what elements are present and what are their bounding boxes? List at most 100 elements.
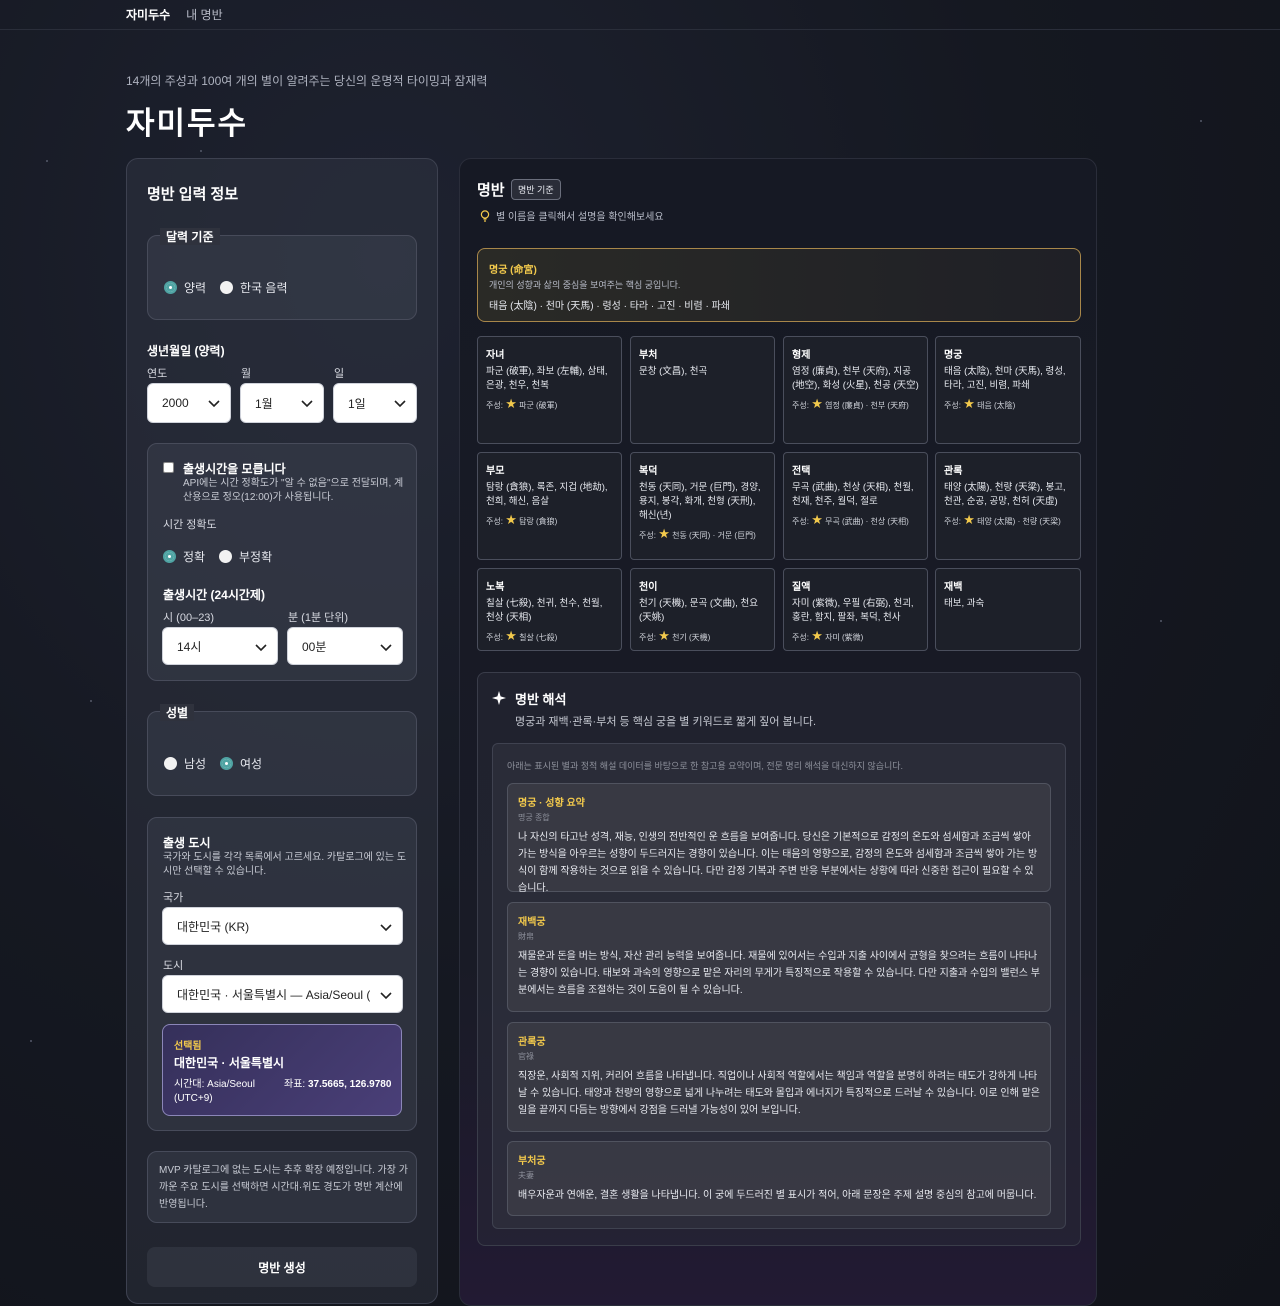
unknown-time-checkbox[interactable] — [163, 462, 174, 473]
interpretation-section: 명반 해석 명궁과 재백·관록·부처 등 핵심 궁을 별 키워드로 짧게 짚어 … — [477, 672, 1081, 1246]
interp-card-career: 관록궁 官祿 직장운, 사회적 지위, 커리어 흐름을 나타냅니다. 직업이나 사회… — [507, 1022, 1051, 1132]
palace-stars[interactable]: 문창 (文昌), 천곡 — [639, 365, 766, 379]
minute-value: 00분 — [302, 639, 327, 654]
major-star[interactable]: 파군 (破軍) — [519, 401, 557, 410]
palace-stars[interactable]: 천동 (天同), 거문 (巨門), 경양, 용지, 봉각, 화개, 천형 (天刑… — [639, 481, 766, 523]
major-label: 주성: — [944, 401, 961, 410]
palace-siblings[interactable]: 형제 염정 (廉貞), 천부 (天府), 지공 (地空), 화성 (火星), 천공… — [783, 336, 928, 444]
generate-chart-button[interactable]: 명반 생성 — [147, 1247, 417, 1287]
major-label: 주성: — [792, 517, 809, 526]
palace-stars[interactable]: 파군 (破軍), 좌보 (左輔), 삼태, 은광, 천우, 천복 — [486, 365, 613, 393]
radio-solar[interactable]: 양력 — [164, 279, 206, 296]
palace-wealth[interactable]: 재백 태보, 과숙 — [935, 568, 1081, 651]
radio-inaccurate[interactable]: 부정확 — [219, 548, 272, 565]
palace-stars[interactable]: 무곡 (武曲), 천상 (天相), 천월, 천재, 천주, 월덕, 절로 — [792, 481, 919, 509]
radio-lunar-label: 한국 음력 — [240, 281, 288, 295]
palace-major: 주성: ★ 천동 (天同) · 거문 (巨門) — [639, 527, 766, 542]
hour-value: 14시 — [177, 639, 202, 654]
palace-stars[interactable]: 태양 (太陽), 천량 (天梁), 봉고, 천관, 순공, 공망, 천허 (天虛… — [944, 481, 1072, 509]
mvp-note: MVP 카탈로그에 없는 도시는 추후 확장 예정입니다. 가장 가까운 주요 … — [159, 1165, 408, 1210]
palace-spouse[interactable]: 부처 문창 (文昌), 천곡 — [630, 336, 775, 444]
palace-name: 명궁 — [944, 350, 963, 361]
palace-children[interactable]: 자녀 파군 (破軍), 좌보 (左輔), 삼태, 은광, 천우, 천복 주성: ★ … — [477, 336, 622, 444]
chevron-down-icon — [380, 924, 392, 932]
palace-servants[interactable]: 노복 칠살 (七殺), 천귀, 천수, 천월, 천상 (天相) 주성: ★ 칠살 (… — [477, 568, 622, 651]
radio-dot-selected[interactable] — [164, 281, 177, 294]
palace-name: 부모 — [486, 466, 505, 477]
nav-my-chart[interactable]: 내 명반 — [186, 6, 222, 23]
palace-stars[interactable]: 염정 (廉貞), 천부 (天府), 지공 (地空), 화성 (火星), 천공 (… — [792, 365, 919, 393]
top-nav: 자미두수 내 명반 — [0, 0, 1280, 30]
bg-star — [90, 700, 92, 702]
card-sub: 財帛 — [518, 932, 534, 941]
country-select[interactable]: 대한민국 (KR) — [162, 907, 403, 945]
radio-dot[interactable] — [220, 281, 233, 294]
major-label: 주성: — [486, 401, 503, 410]
main-palace-card[interactable]: 명궁 (命宮) 개인의 성향과 삶의 중심을 보여주는 핵심 궁입니다. 태음 … — [477, 248, 1081, 322]
palace-stars[interactable]: 칠살 (七殺), 천귀, 천수, 천월, 천상 (天相) — [486, 597, 613, 625]
year-select[interactable]: 2000 — [147, 383, 231, 423]
month-select[interactable]: 1월 — [240, 383, 324, 423]
major-star[interactable]: 탐랑 (貪狼) — [519, 517, 557, 526]
chart-badge: 명반 기준 — [511, 179, 561, 200]
palace-fortune[interactable]: 복덕 천동 (天同), 거문 (巨門), 경양, 용지, 봉각, 화개, 천형 (… — [630, 452, 775, 560]
palace-name: 전택 — [792, 466, 811, 477]
mvp-note-box: MVP 카탈로그에 없는 도시는 추후 확장 예정입니다. 가장 가까운 주요 … — [147, 1151, 417, 1223]
palace-property[interactable]: 전택무곡 (武曲), 천상 (天相), 천월, 천재, 천주, 월덕, 절로주성… — [783, 452, 928, 560]
star-icon: ★ — [811, 628, 823, 643]
palace-major: 주성: ★ 태양 (太陽) · 천량 (天梁) — [944, 513, 1072, 528]
palace-name: 천이 — [639, 582, 658, 593]
palace-health[interactable]: 질액 자미 (紫微), 우필 (右弼), 천괴, 홍란, 함지, 팔좌, 복덕, … — [783, 568, 928, 651]
palace-stars[interactable]: 태음 (太陰), 천마 (天馬), 령성, 타라, 고진, 비렴, 파쇄 — [944, 365, 1072, 393]
palace-major: 주성: ★ 칠살 (七殺) — [486, 629, 613, 644]
card-sub: 명궁 종합 — [518, 813, 550, 822]
major-star[interactable]: 태음 (太陰) — [977, 401, 1015, 410]
major-star[interactable]: 천동 (天同) · 거문 (巨門) — [672, 531, 756, 540]
minute-select[interactable]: 00분 — [287, 627, 403, 665]
radio-accurate[interactable]: 정확 — [163, 548, 205, 565]
palace-name: 관록 — [944, 466, 963, 477]
month-label: 월 — [241, 368, 252, 380]
radio-dot-selected[interactable] — [163, 550, 176, 563]
chart-title: 명반 — [477, 182, 505, 199]
major-star[interactable]: 염정 (廉貞) · 천부 (天府) — [825, 401, 909, 410]
radio-lunar[interactable]: 한국 음력 — [220, 279, 288, 296]
palace-stars[interactable]: 태보, 과숙 — [944, 597, 1072, 611]
palace-stars[interactable]: 천기 (天機), 문곡 (文曲), 천요 (天姚) — [639, 597, 766, 625]
radio-dot-selected[interactable] — [220, 757, 233, 770]
major-star[interactable]: 자미 (紫微) — [825, 633, 863, 642]
palace-stars[interactable]: 자미 (紫微), 우필 (右弼), 천괴, 홍란, 함지, 팔좌, 복덕, 천사 — [792, 597, 919, 625]
major-star[interactable]: 천기 (天機) — [672, 633, 710, 642]
major-label: 주성: — [486, 633, 503, 642]
hour-select[interactable]: 14시 — [162, 627, 278, 665]
nav-ziwei[interactable]: 자미두수 — [126, 6, 170, 23]
major-star[interactable]: 태양 (太陽) · 천량 (天梁) — [977, 517, 1061, 526]
city-label: 도시 — [163, 960, 184, 972]
card-body: 재물운과 돈을 버는 방식, 자산 관리 능력을 보여줍니다. 재물에 있어서는… — [518, 951, 1040, 996]
radio-dot[interactable] — [164, 757, 177, 770]
radio-male[interactable]: 남성 — [164, 755, 206, 772]
star-icon: ★ — [505, 512, 517, 527]
star-icon: ★ — [963, 396, 975, 411]
chevron-down-icon — [301, 400, 313, 408]
radio-dot[interactable] — [219, 550, 232, 563]
major-star[interactable]: 무곡 (武曲) · 천상 (天相) — [825, 517, 909, 526]
page-title: 자미두수 — [126, 106, 249, 141]
radio-female[interactable]: 여성 — [220, 755, 262, 772]
month-value: 1월 — [255, 396, 273, 411]
major-label: 주성: — [486, 517, 503, 526]
major-star[interactable]: 칠살 (七殺) — [519, 633, 557, 642]
main-palace-stars[interactable]: 태음 (太陰) · 천마 (天馬) · 령성 · 타라 · 고진 · 비렴 · … — [489, 297, 730, 312]
palace-stars[interactable]: 탐랑 (貪狼), 록존, 지겁 (地劫), 천희, 해신, 음살 — [486, 481, 613, 509]
palace-career[interactable]: 관록태양 (太陽), 천량 (天梁), 봉고, 천관, 순공, 공망, 천허 (… — [935, 452, 1081, 560]
country-label: 국가 — [163, 892, 184, 904]
major-label: 주성: — [639, 633, 656, 642]
year-label: 연도 — [147, 368, 168, 380]
city-select[interactable]: 대한민국 · 서울특별시 — Asia/Seoul ( — [162, 975, 403, 1013]
palace-parents[interactable]: 부모 탐랑 (貪狼), 록존, 지겁 (地劫), 천희, 해신, 음살 주성: ★ … — [477, 452, 622, 560]
birthdate-label: 생년월일 (양력) — [147, 344, 225, 358]
selected-city-card: 선택됨 대한민국 · 서울특별시 시간대: Asia/Seoul (UTC+9)… — [162, 1024, 402, 1116]
palace-travel[interactable]: 천이 천기 (天機), 문곡 (文曲), 천요 (天姚) 주성: ★ 천기 (天機) — [630, 568, 775, 651]
palace-life[interactable]: 명궁태음 (太陰), 천마 (天馬), 령성, 타라, 고진, 비렴, 파쇄주성… — [935, 336, 1081, 444]
day-select[interactable]: 1일 — [333, 383, 417, 423]
